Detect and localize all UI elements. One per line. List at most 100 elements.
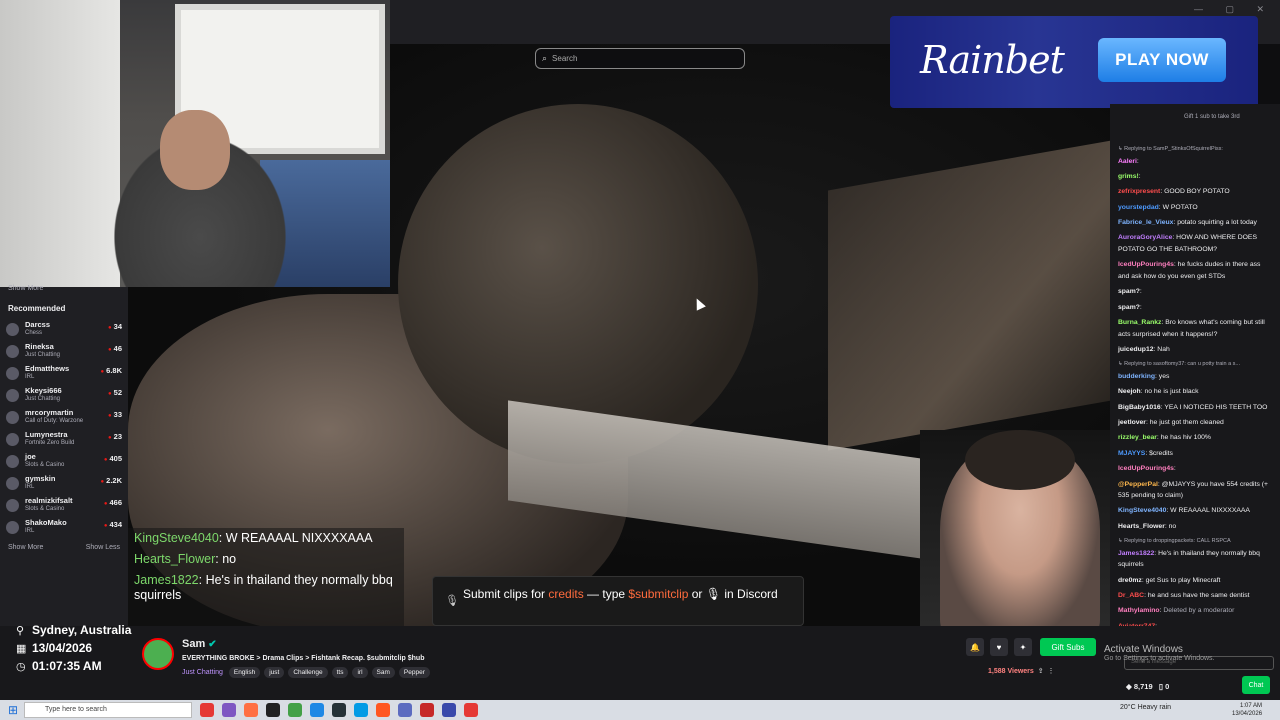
- show-more-button[interactable]: Show More: [8, 544, 43, 551]
- chat-message[interactable]: KingSteve4040: W REAAAAL NIXXXXAAA: [1118, 505, 1272, 517]
- stream-tag[interactable]: just: [264, 667, 285, 678]
- bell-icon[interactable]: 🔔: [966, 638, 984, 656]
- channel-name: Edmatthews: [25, 364, 70, 373]
- sidebar-channel[interactable]: Lumynestra Fortnite Zero Build 23: [6, 428, 122, 450]
- chat-message[interactable]: spam?:: [1118, 286, 1272, 298]
- stream-tag[interactable]: Sam: [371, 667, 395, 678]
- chat-message[interactable]: IcedUpPouring4s:: [1118, 463, 1272, 475]
- chat-message[interactable]: BigBaby1016: YEA I NOTICED HIS TEETH TOO: [1118, 402, 1272, 414]
- stream-tag[interactable]: Challenge: [288, 667, 328, 678]
- sidebar-channel[interactable]: Darcss Chess 34: [6, 318, 122, 340]
- play-now-button[interactable]: PLAY NOW: [1098, 38, 1226, 82]
- chat-message[interactable]: dre0mz: get Sus to play Minecraft: [1118, 575, 1272, 587]
- sidebar-channel[interactable]: Rineksa Just Chatting 46: [6, 340, 122, 362]
- chrome-icon[interactable]: [200, 703, 214, 717]
- weather-tray[interactable]: 20°C Heavy rain: [1120, 704, 1171, 711]
- gift-subs-button[interactable]: Gift Subs: [1040, 638, 1096, 656]
- streamer-name[interactable]: Sam ✔: [182, 638, 217, 650]
- chat-message[interactable]: grims!:: [1118, 171, 1272, 183]
- overlay-chat-line: Hearts_Flower: no: [134, 552, 237, 566]
- search-icon: ⌕: [542, 53, 548, 63]
- channel-game: Chess: [25, 330, 43, 336]
- edge-icon[interactable]: [354, 703, 368, 717]
- sparkle-icon[interactable]: ✦: [1014, 638, 1032, 656]
- app-icon[interactable]: [222, 703, 236, 717]
- heart-icon[interactable]: ♥: [990, 638, 1008, 656]
- avatar: [6, 432, 19, 446]
- category-link[interactable]: Just Chatting: [182, 669, 223, 676]
- chat-message[interactable]: AuroraGoryAlice: HOW AND WHERE DOES POTA…: [1118, 232, 1272, 255]
- taskbar-search[interactable]: Type here to search: [24, 702, 192, 718]
- avatar: [6, 388, 19, 402]
- chat-message[interactable]: rizzley_bear: he has hiv 100%: [1118, 432, 1272, 444]
- chat-message[interactable]: Hearts_Flower: no: [1118, 521, 1272, 533]
- chat-message[interactable]: Neejoh: no he is just black: [1118, 386, 1272, 398]
- windows-start-icon[interactable]: ⊞: [8, 703, 18, 717]
- windows-taskbar: ⊞ Type here to search 20°C Heavy rain 1:…: [0, 700, 1280, 720]
- rainbet-ad[interactable]: Rainbet PLAY NOW: [890, 16, 1258, 108]
- search-placeholder: Search: [552, 54, 578, 63]
- sidebar-channel[interactable]: Kkeysi666 Just Chatting 52: [6, 384, 122, 406]
- stream-tag[interactable]: Pepper: [398, 667, 430, 678]
- overlay-chat: KingSteve4040: W REAAAAL NIXXXXAAA Hearts…: [128, 528, 404, 626]
- chat-message[interactable]: zefrixpresent: GOOD BOY POTATO: [1118, 186, 1272, 198]
- sidebar-channel[interactable]: gymskin IRL 2.2K: [6, 472, 122, 494]
- ad-brand-logo: Rainbet: [920, 38, 1065, 82]
- show-less-button[interactable]: Show Less: [86, 544, 120, 551]
- avatar: [6, 498, 19, 512]
- sidebar-channel[interactable]: realmizkifsalt Slots & Casino 466: [6, 494, 122, 516]
- chat-message[interactable]: jeetlover: he just got them cleaned: [1118, 417, 1272, 429]
- channel-game: Slots & Casino: [25, 462, 65, 468]
- brave-icon[interactable]: [376, 703, 390, 717]
- sidebar-channel[interactable]: ShakoMako IRL 434: [6, 516, 122, 538]
- channel-viewers: 34: [108, 322, 122, 331]
- taskbar-clock[interactable]: 1:07 AM 13/04/2026: [1232, 702, 1262, 718]
- channel-viewers: 46: [108, 344, 122, 353]
- channel-name: ShakoMako: [25, 518, 67, 527]
- share-icon[interactable]: ⇪ ⋮: [1036, 668, 1055, 675]
- chat-message[interactable]: Aaleri:: [1118, 156, 1272, 168]
- recommended-title: Recommended: [8, 304, 66, 313]
- stream-tags: Just Chatting English just Challenge tts irl…: [182, 667, 430, 678]
- chat-message[interactable]: budderking: yes: [1118, 371, 1272, 383]
- app-icon[interactable]: [464, 703, 478, 717]
- channel-game: Fortnite Zero Build: [25, 440, 75, 446]
- stream-tag[interactable]: English: [228, 667, 261, 678]
- app-icon[interactable]: [420, 703, 434, 717]
- chat-message[interactable]: IcedUpPouring4s: he fucks dudes in there…: [1118, 259, 1272, 282]
- channel-viewers: 466: [104, 498, 122, 507]
- search-input[interactable]: ⌕ Search: [535, 48, 745, 69]
- sidebar-show-more-top[interactable]: Show More: [8, 285, 120, 292]
- chat-send-button[interactable]: Chat: [1242, 676, 1270, 694]
- activate-windows-watermark: Activate Windows Go to Settings to activ…: [1104, 644, 1215, 662]
- chat-message[interactable]: Mathylamino: Deleted by a moderator: [1118, 605, 1272, 617]
- chat-message[interactable]: spam?:: [1118, 302, 1272, 314]
- gift-leaderboard-text: Gift 1 sub to take 3rd: [1184, 114, 1240, 120]
- firefox-icon[interactable]: [244, 703, 258, 717]
- app-icon[interactable]: [266, 703, 280, 717]
- app-icon[interactable]: [310, 703, 324, 717]
- chat-message[interactable]: @PepperPal: @MJAYYS you have 554 credits…: [1118, 479, 1272, 502]
- channel-points[interactable]: ◆ 8,719 ▯ 0: [1126, 682, 1169, 691]
- app-icon[interactable]: [442, 703, 456, 717]
- sidebar-channel[interactable]: joe Slots & Casino 405: [6, 450, 122, 472]
- sidebar-channel[interactable]: Edmatthews IRL 6.8K: [6, 362, 122, 384]
- stream-tag[interactable]: tts: [331, 667, 349, 678]
- steam-icon[interactable]: [332, 703, 346, 717]
- chat-message[interactable]: James1822: He's in thailand they normall…: [1118, 548, 1272, 571]
- stream-tag[interactable]: irl: [352, 667, 368, 678]
- chat-message[interactable]: Dr_ABC: he and sus have the same dentist: [1118, 590, 1272, 602]
- discord-icon[interactable]: [398, 703, 412, 717]
- chat-message[interactable]: yourstepdad: W POTATO: [1118, 202, 1272, 214]
- window-controls[interactable]: — ▢ ✕: [1194, 4, 1274, 15]
- channel-name: joe: [25, 452, 36, 461]
- chat-message[interactable]: MJAYYS: $credits: [1118, 448, 1272, 460]
- avatar: [6, 454, 19, 468]
- chat-footer: Send a message ◆ 8,719 ▯ 0 Chat: [1110, 626, 1280, 700]
- sidebar-channel[interactable]: mrcorymartin Call of Duty: Warzone 33: [6, 406, 122, 428]
- chat-message[interactable]: juicedup12: Nah: [1118, 344, 1272, 356]
- chat-message[interactable]: Fabrice_le_Vieux: potato squirting a lot…: [1118, 217, 1272, 229]
- app-icon[interactable]: [288, 703, 302, 717]
- chat-message[interactable]: Burna_Rankz: Bro knows what's coming but…: [1118, 317, 1272, 340]
- streamer-avatar[interactable]: [142, 638, 174, 670]
